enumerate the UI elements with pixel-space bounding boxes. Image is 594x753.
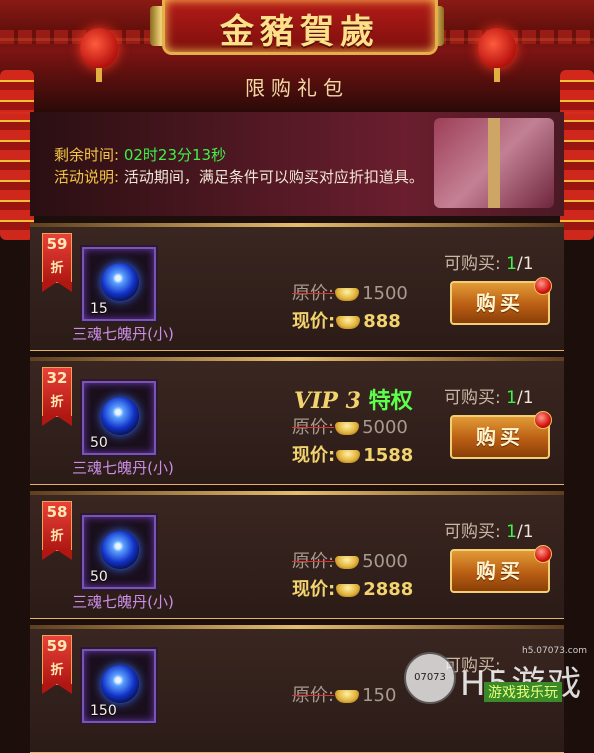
discount-ribbon: 58 折 xyxy=(42,501,72,560)
gold-ingot-icon xyxy=(336,583,361,597)
gift-box-icon xyxy=(434,118,554,208)
discount-suffix: 折 xyxy=(50,395,64,410)
item-name: 三魂七魄丹(小) xyxy=(72,325,174,343)
discount-value: 32 xyxy=(46,369,68,387)
pack-card: 58 折 50 三魂七魄丹(小) 可购买: 1/1 原价: 5000 现价: 288… xyxy=(30,491,564,619)
current-price-row: 现价: 2888 xyxy=(292,575,413,601)
current-price-value: 2888 xyxy=(363,579,414,600)
purchase-limit-current: 1 xyxy=(506,522,517,542)
current-price-label: 现价: xyxy=(292,445,336,466)
purchase-limit-total: /1 xyxy=(516,254,534,274)
gold-ingot-icon xyxy=(336,449,361,463)
gold-ingot-icon xyxy=(335,689,360,703)
current-price-value: 1588 xyxy=(363,445,414,466)
current-price-label: 现价: xyxy=(292,579,336,600)
lantern-icon xyxy=(80,28,118,82)
original-price-value: 1500 xyxy=(362,283,408,304)
firecracker-left-icon xyxy=(0,70,34,240)
purchase-limit-label: 可购买: xyxy=(444,388,501,408)
purchase-limit: 可购买: 1/1 xyxy=(444,383,534,408)
watermark-site: h5.07073.com xyxy=(522,646,588,656)
original-price-value: 150 xyxy=(362,685,397,706)
soul-pill-icon xyxy=(101,665,139,703)
original-price-row: 原价: 150 xyxy=(292,681,396,707)
remaining-time-row: 剩余时间: 02时23分13秒 xyxy=(54,144,226,165)
purchase-limit-current: 1 xyxy=(506,388,517,408)
pack-card: 32 折 50 三魂七魄丹(小) VIP 3 特权 可购买: 1/1 原价: 50… xyxy=(30,357,564,485)
event-description-row: 活动说明: 活动期间，满足条件可以购买对应折扣道具。 xyxy=(54,166,424,187)
purchase-limit-label: 可购买: xyxy=(444,254,501,274)
purchase-limit-current: 1 xyxy=(506,254,517,274)
discount-value: 59 xyxy=(46,235,68,253)
discount-suffix: 折 xyxy=(50,261,64,276)
original-price-label: 原价: xyxy=(292,417,335,438)
watermark-tagline: 游戏我乐玩 xyxy=(484,682,562,702)
soul-pill-icon xyxy=(101,531,139,569)
notification-dot-icon xyxy=(534,411,552,429)
page-subtitle: 限购礼包 xyxy=(245,76,349,100)
item-quantity: 150 xyxy=(90,703,117,719)
discount-suffix: 折 xyxy=(50,663,64,678)
pack-card: 59 折 15 三魂七魄丹(小) 可购买: 1/1 原价: 1500 现价: 888… xyxy=(30,223,564,351)
item-slot[interactable]: 50 xyxy=(82,381,156,455)
original-price-label: 原价: xyxy=(292,283,335,304)
original-price-value: 5000 xyxy=(362,551,408,572)
original-price-label: 原价: xyxy=(292,685,335,706)
item-slot[interactable]: 150 xyxy=(82,649,156,723)
item-name: 三魂七魄丹(小) xyxy=(72,459,174,477)
original-price-value: 5000 xyxy=(362,417,408,438)
current-price-label: 现价: xyxy=(292,311,336,332)
item-quantity: 50 xyxy=(90,569,108,585)
discount-value: 58 xyxy=(46,503,68,521)
item-slot[interactable]: 50 xyxy=(82,515,156,589)
purchase-limit: 可购买: 1/1 xyxy=(444,517,534,542)
original-price-row: 原价: 5000 xyxy=(292,547,408,573)
gold-ingot-icon xyxy=(336,315,361,329)
event-banner: 金豬賀歲 限购礼包 xyxy=(0,0,594,114)
event-description-label: 活动说明: xyxy=(54,168,120,186)
pack-list[interactable]: 59 折 15 三魂七魄丹(小) 可购买: 1/1 原价: 1500 现价: 888… xyxy=(30,218,564,753)
vip-privilege-label: 特权 xyxy=(368,389,413,414)
event-title: 金豬賀歲 xyxy=(220,12,380,52)
discount-ribbon: 59 折 xyxy=(42,233,72,292)
lantern-icon xyxy=(478,28,516,82)
discount-value: 59 xyxy=(46,637,68,655)
current-price-value: 888 xyxy=(363,311,401,332)
current-price-row: 现价: 888 xyxy=(292,307,401,333)
item-quantity: 50 xyxy=(90,435,108,451)
current-price-row: 现价: 1588 xyxy=(292,441,413,467)
soul-pill-icon xyxy=(101,263,139,301)
original-price-row: 原价: 1500 xyxy=(292,279,408,305)
vip-privilege-badge: VIP 3 特权 xyxy=(294,383,413,415)
title-plate: 金豬賀歲 xyxy=(162,0,438,55)
vip-prefix: VIP xyxy=(294,388,338,414)
purchase-limit-total: /1 xyxy=(516,388,534,408)
discount-ribbon: 59 折 xyxy=(42,635,72,694)
item-quantity: 15 xyxy=(90,301,108,317)
purchase-limit: 可购买: 1/1 xyxy=(444,249,534,274)
original-price-label: 原价: xyxy=(292,551,335,572)
item-name: 三魂七魄丹(小) xyxy=(72,593,174,611)
soul-pill-icon xyxy=(101,397,139,435)
event-info-panel: 剩余时间: 02时23分13秒 活动说明: 活动期间，满足条件可以购买对应折扣道… xyxy=(30,112,564,216)
watermark-logo: 07073 xyxy=(404,652,456,704)
event-description-value: 活动期间，满足条件可以购买对应折扣道具。 xyxy=(123,168,424,186)
notification-dot-icon xyxy=(534,545,552,563)
remaining-time-value: 02时23分13秒 xyxy=(123,146,227,164)
remaining-time-label: 剩余时间: xyxy=(54,146,120,164)
discount-ribbon: 32 折 xyxy=(42,367,72,426)
gold-ingot-icon xyxy=(335,287,360,301)
gold-ingot-icon xyxy=(335,421,360,435)
purchase-limit-total: /1 xyxy=(516,522,534,542)
vip-level: 3 xyxy=(345,388,361,414)
item-slot[interactable]: 15 xyxy=(82,247,156,321)
original-price-row: 原价: 5000 xyxy=(292,413,408,439)
notification-dot-icon xyxy=(534,277,552,295)
purchase-limit-label: 可购买: xyxy=(444,522,501,542)
site-watermark: 07073 H5游戏 游戏我乐玩 h5.07073.com xyxy=(404,646,594,704)
gold-ingot-icon xyxy=(335,555,360,569)
firecracker-right-icon xyxy=(560,70,594,240)
discount-suffix: 折 xyxy=(50,529,64,544)
